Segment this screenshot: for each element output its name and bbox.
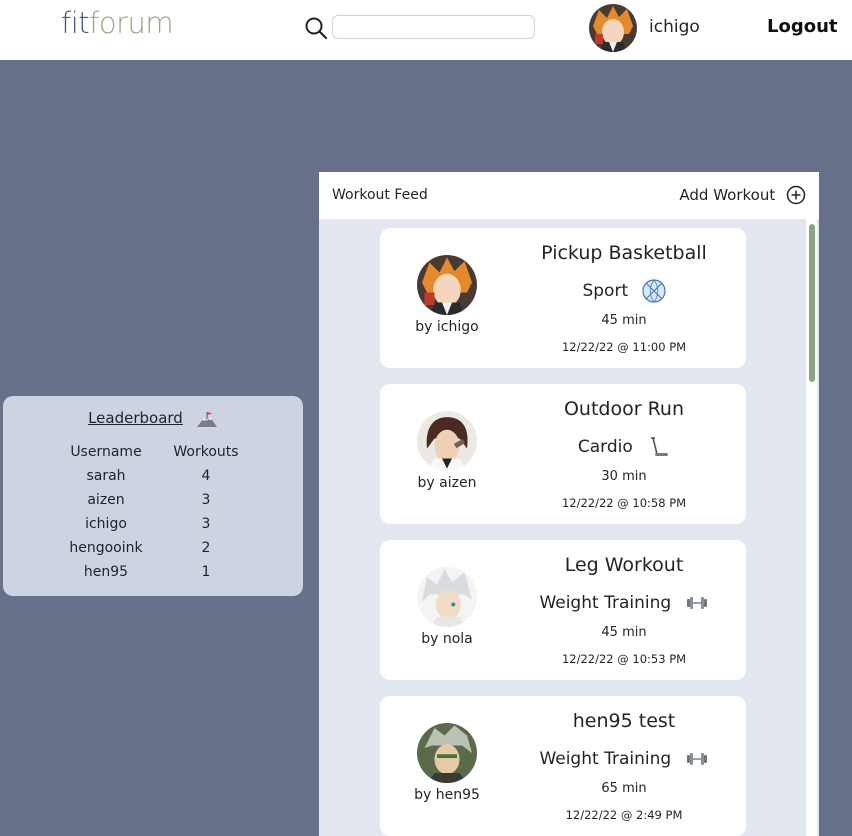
workout-title: Pickup Basketball xyxy=(541,242,707,264)
leaderboard-table: Username Workouts sarah 4 aizen 3 ichigo… xyxy=(56,440,256,584)
row-username: sarah xyxy=(86,468,126,484)
header-username[interactable]: ichigo xyxy=(649,17,700,37)
workout-duration: 45 min xyxy=(601,625,647,640)
workout-title: Outdoor Run xyxy=(563,398,685,420)
dumbbell-icon xyxy=(686,753,707,765)
workout-type: Weight Training xyxy=(514,747,734,771)
avatar[interactable] xyxy=(417,723,477,783)
workout-type: Cardio xyxy=(514,435,734,459)
plus-circle-icon xyxy=(786,185,806,205)
workout-type: Weight Training xyxy=(514,591,734,615)
dumbbell-icon xyxy=(686,597,707,609)
workout-duration: 65 min xyxy=(601,781,647,796)
avatar-ichigo-image xyxy=(417,255,477,315)
workout-date: 12/22/22 @ 10:53 PM xyxy=(561,652,687,666)
user-avatar[interactable] xyxy=(589,4,637,52)
workout-type-label: Cardio xyxy=(577,437,633,457)
workout-type-label: Sport xyxy=(582,281,629,301)
mountain-flag-icon xyxy=(196,411,217,427)
avatar[interactable] xyxy=(417,411,477,471)
row-username: hengooink xyxy=(69,540,143,556)
workout-duration: 30 min xyxy=(601,469,647,484)
row-workouts: 3 xyxy=(201,492,211,508)
workout-card[interactable]: by aizen Outdoor Run Cardio 30 min 12/22… xyxy=(380,384,746,524)
logout-button[interactable]: Logout xyxy=(767,16,838,37)
leaderboard-header: Leaderboard xyxy=(3,408,303,428)
row-username: ichigo xyxy=(85,516,127,532)
column-workouts: Workouts xyxy=(173,444,239,460)
workout-date: 12/22/22 @ 10:58 PM xyxy=(561,496,687,510)
top-nav-bar: fitforum ichigo Logout xyxy=(0,0,852,60)
add-workout-button[interactable]: Add Workout xyxy=(679,185,806,205)
workout-author: by hen95 xyxy=(414,787,480,803)
logo-fit: fit xyxy=(61,6,90,40)
workout-type-label: Weight Training xyxy=(539,593,672,613)
table-row: hengooink 2 xyxy=(56,536,256,560)
workout-card[interactable]: by nola Leg Workout Weight Training 45 m… xyxy=(380,540,746,680)
workout-title: Leg Workout xyxy=(564,554,684,576)
workout-date: 12/22/22 @ 2:49 PM xyxy=(565,808,683,822)
row-username: aizen xyxy=(87,492,125,508)
workout-card[interactable]: by ichigo Pickup Basketball Sport 45 min… xyxy=(380,228,746,368)
row-workouts: 3 xyxy=(201,516,211,532)
workout-author: by nola xyxy=(421,631,473,647)
row-username: hen95 xyxy=(83,564,129,580)
table-row: aizen 3 xyxy=(56,488,256,512)
basketball-icon xyxy=(641,279,666,303)
avatar[interactable] xyxy=(417,567,477,627)
feed-scrollbar-thumb[interactable] xyxy=(809,224,815,382)
workout-author: by ichigo xyxy=(415,319,479,335)
row-workouts: 1 xyxy=(201,564,211,580)
avatar-aizen-image xyxy=(417,411,477,471)
logo-forum: forum xyxy=(89,6,174,40)
workout-card[interactable]: by hen95 hen95 test Weight Training 65 m… xyxy=(380,696,746,836)
feed-title: Workout Feed xyxy=(332,187,428,203)
leaderboard-panel: Leaderboard Username Workouts sarah 4 ai… xyxy=(3,396,303,596)
workout-author: by aizen xyxy=(417,475,477,491)
table-header-row: Username Workouts xyxy=(56,440,256,464)
row-workouts: 4 xyxy=(201,468,211,484)
workout-feed-panel: Workout Feed Add Workout by ichigo Picku xyxy=(319,172,819,836)
column-username: Username xyxy=(70,444,142,460)
table-row: sarah 4 xyxy=(56,464,256,488)
avatar-nola-image xyxy=(417,567,477,627)
workout-duration: 45 min xyxy=(601,313,647,328)
workout-title: hen95 test xyxy=(572,710,676,732)
table-row: hen95 1 xyxy=(56,560,256,584)
row-workouts: 2 xyxy=(201,540,211,556)
workout-date: 12/22/22 @ 11:00 PM xyxy=(561,340,687,354)
treadmill-icon xyxy=(651,437,669,456)
workout-type: Sport xyxy=(514,279,734,303)
feed-header: Workout Feed Add Workout xyxy=(319,172,819,219)
fitforum-logo[interactable]: fitforum xyxy=(61,6,174,40)
search-input[interactable] xyxy=(332,15,535,39)
workout-type-label: Weight Training xyxy=(539,749,672,769)
avatar-ichigo-image xyxy=(589,4,637,52)
add-workout-label: Add Workout xyxy=(679,186,776,204)
table-row: ichigo 3 xyxy=(56,512,256,536)
search-icon[interactable] xyxy=(304,16,328,40)
avatar[interactable] xyxy=(417,255,477,315)
leaderboard-link[interactable]: Leaderboard xyxy=(88,409,183,427)
avatar-hen95-image xyxy=(417,723,477,783)
